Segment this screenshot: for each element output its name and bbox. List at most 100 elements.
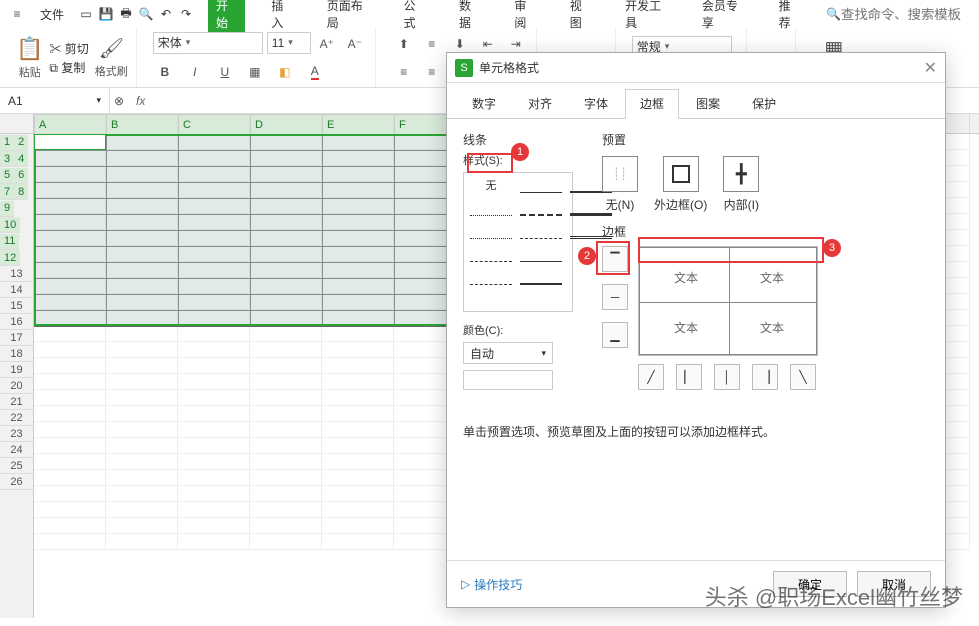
font-size-select[interactable]: 11▾ <box>267 32 311 54</box>
cell[interactable] <box>34 518 106 534</box>
search-input[interactable] <box>841 7 971 22</box>
row-header[interactable]: 25 <box>0 458 33 474</box>
paste-button[interactable]: 📋 粘贴 <box>16 36 43 80</box>
cell[interactable] <box>178 374 250 390</box>
copy-button[interactable]: ⧉ 复制 <box>49 59 88 76</box>
border-diag2-button[interactable]: ╲ <box>790 364 816 390</box>
cell[interactable] <box>178 534 250 550</box>
cell[interactable] <box>250 374 322 390</box>
line-style-9[interactable] <box>520 271 562 285</box>
row-header[interactable]: 17 <box>0 330 33 346</box>
cell[interactable] <box>34 534 106 550</box>
preset-none[interactable]: ┊┊ 无(N) <box>602 156 638 213</box>
dtab-pattern[interactable]: 图案 <box>681 89 735 118</box>
qa-undo-icon[interactable]: ↶ <box>156 4 176 24</box>
cell[interactable] <box>178 422 250 438</box>
cell[interactable] <box>106 374 178 390</box>
row-header[interactable]: 3 <box>0 151 14 167</box>
cell[interactable] <box>250 502 322 518</box>
row-header[interactable]: 20 <box>0 378 33 394</box>
fx-cancel-icon[interactable]: ⊗ <box>110 92 128 110</box>
cell[interactable] <box>34 390 106 406</box>
row-header[interactable]: 18 <box>0 346 33 362</box>
cell[interactable] <box>106 502 178 518</box>
col-header[interactable]: A <box>34 114 106 136</box>
cell[interactable] <box>106 486 178 502</box>
font-shrink-button[interactable]: A⁻ <box>343 32 367 56</box>
file-menu[interactable]: 文件 <box>40 6 64 23</box>
format-painter-button[interactable]: 🖌 格式刷 <box>95 36 128 79</box>
line-style-5[interactable] <box>520 179 562 193</box>
row-header[interactable]: 11 <box>0 234 19 250</box>
tips-link[interactable]: ▷操作技巧 <box>461 576 522 593</box>
cell[interactable] <box>178 438 250 454</box>
cell[interactable] <box>250 518 322 534</box>
underline-button[interactable]: U <box>213 60 237 84</box>
hamburger-icon[interactable]: ≡ <box>8 5 26 23</box>
dtab-border[interactable]: 边框 <box>625 89 679 119</box>
border-button[interactable]: ▦ <box>243 60 267 84</box>
cell[interactable] <box>178 326 250 342</box>
row-header[interactable]: 2 <box>14 135 28 151</box>
cell[interactable] <box>322 422 394 438</box>
cell[interactable] <box>106 454 178 470</box>
row-header[interactable]: 22 <box>0 410 33 426</box>
line-style-4[interactable] <box>470 271 512 285</box>
line-style-6[interactable] <box>520 202 562 216</box>
dtab-font[interactable]: 字体 <box>569 89 623 118</box>
cell[interactable] <box>178 470 250 486</box>
cell[interactable] <box>322 342 394 358</box>
row-header[interactable]: 7 <box>0 184 14 200</box>
row-header[interactable]: 26 <box>0 474 33 490</box>
cell[interactable] <box>250 358 322 374</box>
row-header[interactable]: 23 <box>0 426 33 442</box>
cell[interactable] <box>106 470 178 486</box>
cell[interactable] <box>250 342 322 358</box>
border-left-button[interactable]: ▏ <box>676 364 702 390</box>
cell[interactable] <box>178 486 250 502</box>
fill-color-button[interactable]: ◧ <box>273 60 297 84</box>
align-middle-button[interactable]: ≡ <box>420 32 444 56</box>
border-hmid-button[interactable]: ─ <box>602 284 628 310</box>
dtab-number[interactable]: 数字 <box>457 89 511 118</box>
col-header[interactable]: D <box>250 114 322 136</box>
cell[interactable] <box>178 406 250 422</box>
cell[interactable] <box>34 502 106 518</box>
cell[interactable] <box>322 486 394 502</box>
dtab-align[interactable]: 对齐 <box>513 89 567 118</box>
cell[interactable] <box>178 502 250 518</box>
cell[interactable] <box>106 438 178 454</box>
cell[interactable] <box>106 406 178 422</box>
italic-button[interactable]: I <box>183 60 207 84</box>
line-style-1[interactable] <box>470 202 512 216</box>
preset-outline[interactable]: 外边框(O) <box>654 156 707 213</box>
cell[interactable] <box>106 390 178 406</box>
border-preview[interactable]: 文本 文本 文本 文本 <box>638 246 818 356</box>
cell[interactable] <box>106 358 178 374</box>
row-header[interactable]: 1 <box>0 135 14 151</box>
cell[interactable] <box>34 374 106 390</box>
close-icon[interactable]: ✕ <box>924 58 937 78</box>
align-center-button[interactable]: ≡ <box>420 60 444 84</box>
row-header[interactable]: 5 <box>0 168 14 184</box>
font-color-button[interactable]: A <box>303 60 327 84</box>
col-header[interactable]: E <box>322 114 394 136</box>
row-header[interactable]: 14 <box>0 282 33 298</box>
cell[interactable] <box>322 454 394 470</box>
border-bottom-button[interactable]: ▁ <box>602 322 628 348</box>
cell[interactable] <box>322 502 394 518</box>
cell[interactable] <box>250 406 322 422</box>
cell[interactable] <box>322 438 394 454</box>
cell[interactable] <box>34 438 106 454</box>
row-header[interactable]: 6 <box>14 168 28 184</box>
cell[interactable] <box>106 326 178 342</box>
cell[interactable] <box>106 518 178 534</box>
qa-new-icon[interactable]: ▭ <box>76 4 96 24</box>
cell[interactable] <box>322 518 394 534</box>
cell[interactable] <box>322 358 394 374</box>
align-left-button[interactable]: ≡ <box>392 60 416 84</box>
cell[interactable] <box>322 374 394 390</box>
select-all-corner[interactable] <box>0 114 34 134</box>
row-header[interactable]: 10 <box>0 217 20 233</box>
cell[interactable] <box>322 534 394 550</box>
